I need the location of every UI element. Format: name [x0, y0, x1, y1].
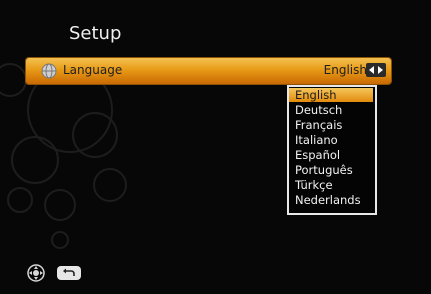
language-value: English — [323, 63, 367, 77]
language-option-italiano[interactable]: Italiano — [289, 133, 373, 147]
language-option-espanol[interactable]: Español — [289, 148, 373, 162]
back-icon[interactable] — [57, 266, 81, 280]
language-option-portugues[interactable]: Português — [289, 163, 373, 177]
language-option-english[interactable]: English — [289, 88, 373, 102]
globe-icon — [41, 63, 57, 79]
language-dropdown[interactable]: English Deutsch Français Italiano Españo… — [287, 85, 377, 215]
page-title: Setup — [69, 23, 122, 44]
language-option-deutsch[interactable]: Deutsch — [289, 103, 373, 117]
left-right-arrows-icon[interactable] — [366, 63, 386, 77]
navigation-pad-icon — [27, 264, 45, 282]
language-label: Language — [63, 63, 123, 77]
language-option-francais[interactable]: Français — [289, 118, 373, 132]
language-option-turkce[interactable]: Türkçe — [289, 178, 373, 192]
setup-screen: Setup Language English English Deutsch F… — [0, 0, 431, 294]
language-option-nederlands[interactable]: Nederlands — [289, 193, 373, 207]
language-setting-row[interactable]: Language English — [26, 58, 391, 84]
